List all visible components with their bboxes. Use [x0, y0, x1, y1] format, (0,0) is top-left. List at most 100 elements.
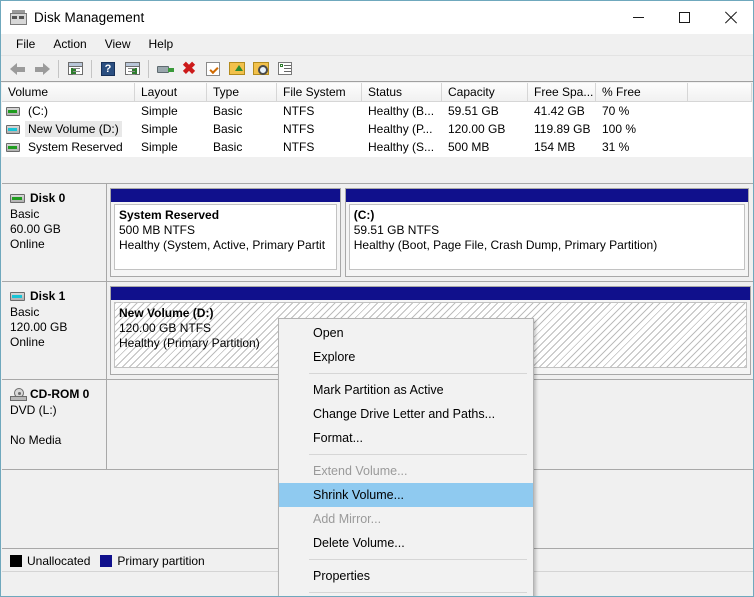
- context-menu-item-extend-volume: Extend Volume...: [279, 459, 533, 483]
- disk-label: Disk 1: [30, 289, 65, 303]
- disk-type: Basic: [10, 207, 106, 222]
- cell-status: Healthy (P...: [362, 122, 442, 136]
- column-header-capacity[interactable]: Capacity: [442, 83, 528, 102]
- cell-capacity: 59.51 GB: [442, 104, 528, 118]
- table-row[interactable]: (C:) Simple Basic NTFS Healthy (B... 59.…: [2, 102, 752, 120]
- properties-icon: [157, 63, 174, 75]
- disk-row-0[interactable]: Disk 0 Basic 60.00 GB Online System Rese…: [2, 184, 754, 282]
- up-one-level-icon: [68, 62, 83, 75]
- up-one-level-button[interactable]: [63, 57, 87, 81]
- table-row[interactable]: System Reserved Simple Basic NTFS Health…: [2, 138, 752, 156]
- cell-capacity: 120.00 GB: [442, 122, 528, 136]
- back-button[interactable]: [6, 57, 30, 81]
- partition-color-bar: [111, 189, 340, 202]
- cell-layout: Simple: [135, 140, 207, 154]
- properties-button[interactable]: [153, 57, 177, 81]
- cell-file-system: NTFS: [277, 140, 362, 154]
- verify-button[interactable]: [201, 57, 225, 81]
- checkmark-icon: [206, 62, 220, 76]
- menu-item-file[interactable]: File: [7, 34, 44, 55]
- partition-color-bar: [346, 189, 748, 202]
- menu-separator: [309, 454, 527, 455]
- cell-layout: Simple: [135, 104, 207, 118]
- delete-icon: ✖: [182, 60, 196, 77]
- disk-partitions-0: System Reserved 500 MB NTFS Healthy (Sys…: [107, 184, 754, 282]
- title-bar: Disk Management: [1, 1, 753, 34]
- context-menu-item-add-mirror: Add Mirror...: [279, 507, 533, 531]
- forward-arrow-icon: [33, 62, 51, 76]
- disk-status: Online: [10, 237, 106, 252]
- column-header-type[interactable]: Type: [207, 83, 277, 102]
- column-header-percent-free[interactable]: % Free: [596, 83, 688, 102]
- menu-item-view[interactable]: View: [96, 34, 140, 55]
- maximize-button[interactable]: [661, 1, 707, 34]
- volume-name: New Volume (D:): [25, 121, 122, 137]
- volume-list-header: Volume Layout Type File System Status Ca…: [2, 83, 752, 102]
- forward-button[interactable]: [30, 57, 54, 81]
- context-menu-item-mark-partition-as-active[interactable]: Mark Partition as Active: [279, 378, 533, 402]
- partition-system-reserved[interactable]: System Reserved 500 MB NTFS Healthy (Sys…: [110, 188, 341, 277]
- toolbar: ? ✖: [1, 56, 753, 82]
- close-icon: [724, 11, 737, 24]
- column-header-blank[interactable]: [688, 83, 752, 102]
- folder-up-button[interactable]: [225, 57, 249, 81]
- cdrom-drive-letter: DVD (L:): [10, 403, 106, 418]
- column-header-status[interactable]: Status: [362, 83, 442, 102]
- show-console-tree-button[interactable]: [120, 57, 144, 81]
- list-view-icon: [278, 62, 292, 75]
- disk-info-1[interactable]: Disk 1 Basic 120.00 GB Online: [2, 282, 107, 380]
- folder-search-button[interactable]: [249, 57, 273, 81]
- show-hide-console-tree-icon: [125, 62, 140, 75]
- legend-item-unallocated: Unallocated: [10, 554, 90, 568]
- menu-item-help[interactable]: Help: [140, 34, 183, 55]
- menu-separator: [309, 559, 527, 560]
- disk-info-0[interactable]: Disk 0 Basic 60.00 GB Online: [2, 184, 107, 282]
- partition-size: 59.51 GB NTFS: [354, 223, 740, 238]
- disk-label: Disk 0: [30, 191, 65, 205]
- volume-name: System Reserved: [25, 139, 126, 155]
- disk-info-cdrom[interactable]: CD-ROM 0 DVD (L:) No Media: [2, 380, 107, 470]
- context-menu-item-explore[interactable]: Explore: [279, 345, 533, 369]
- cell-capacity: 500 MB: [442, 140, 528, 154]
- legend-label: Primary partition: [117, 554, 204, 568]
- help-icon: ?: [101, 62, 115, 76]
- legend-label: Unallocated: [27, 554, 90, 568]
- context-menu-item-change-drive-letter-and-paths[interactable]: Change Drive Letter and Paths...: [279, 402, 533, 426]
- drive-icon: [6, 143, 20, 152]
- drive-icon: [6, 107, 20, 116]
- context-menu-item-open[interactable]: Open: [279, 321, 533, 345]
- cell-percent-free: 100 %: [596, 122, 688, 136]
- disk-type: Basic: [10, 305, 106, 320]
- cell-file-system: NTFS: [277, 104, 362, 118]
- partition-size: 500 MB NTFS: [119, 223, 332, 238]
- context-menu: OpenExplore Mark Partition as ActiveChang…: [278, 318, 534, 597]
- column-header-free-space[interactable]: Free Spa...: [528, 83, 596, 102]
- help-button[interactable]: ?: [96, 57, 120, 81]
- partition-status: Healthy (System, Active, Primary Partit: [119, 238, 332, 253]
- column-header-layout[interactable]: Layout: [135, 83, 207, 102]
- cell-status: Healthy (S...: [362, 140, 442, 154]
- context-menu-item-delete-volume[interactable]: Delete Volume...: [279, 531, 533, 555]
- menu-bar: File Action View Help: [1, 34, 753, 56]
- menu-item-action[interactable]: Action: [44, 34, 95, 55]
- partition-color-bar: [111, 287, 750, 300]
- list-view-button[interactable]: [273, 57, 297, 81]
- maximize-icon: [679, 12, 690, 23]
- hard-disk-icon: [10, 194, 25, 203]
- minimize-button[interactable]: [615, 1, 661, 34]
- context-menu-item-format[interactable]: Format...: [279, 426, 533, 450]
- cell-free-space: 41.42 GB: [528, 104, 596, 118]
- context-menu-item-properties[interactable]: Properties: [279, 564, 533, 588]
- disk-label: CD-ROM 0: [30, 387, 89, 401]
- delete-button[interactable]: ✖: [177, 57, 201, 81]
- window-title: Disk Management: [34, 10, 144, 25]
- column-header-volume[interactable]: Volume: [2, 83, 135, 102]
- window-controls: [615, 1, 753, 34]
- table-row[interactable]: New Volume (D:) Simple Basic NTFS Health…: [2, 120, 752, 138]
- column-header-file-system[interactable]: File System: [277, 83, 362, 102]
- partition-c-drive[interactable]: (C:) 59.51 GB NTFS Healthy (Boot, Page F…: [345, 188, 749, 277]
- cell-type: Basic: [207, 140, 277, 154]
- context-menu-item-shrink-volume[interactable]: Shrink Volume...: [279, 483, 533, 507]
- close-button[interactable]: [707, 1, 753, 34]
- toolbar-separator: [148, 60, 149, 78]
